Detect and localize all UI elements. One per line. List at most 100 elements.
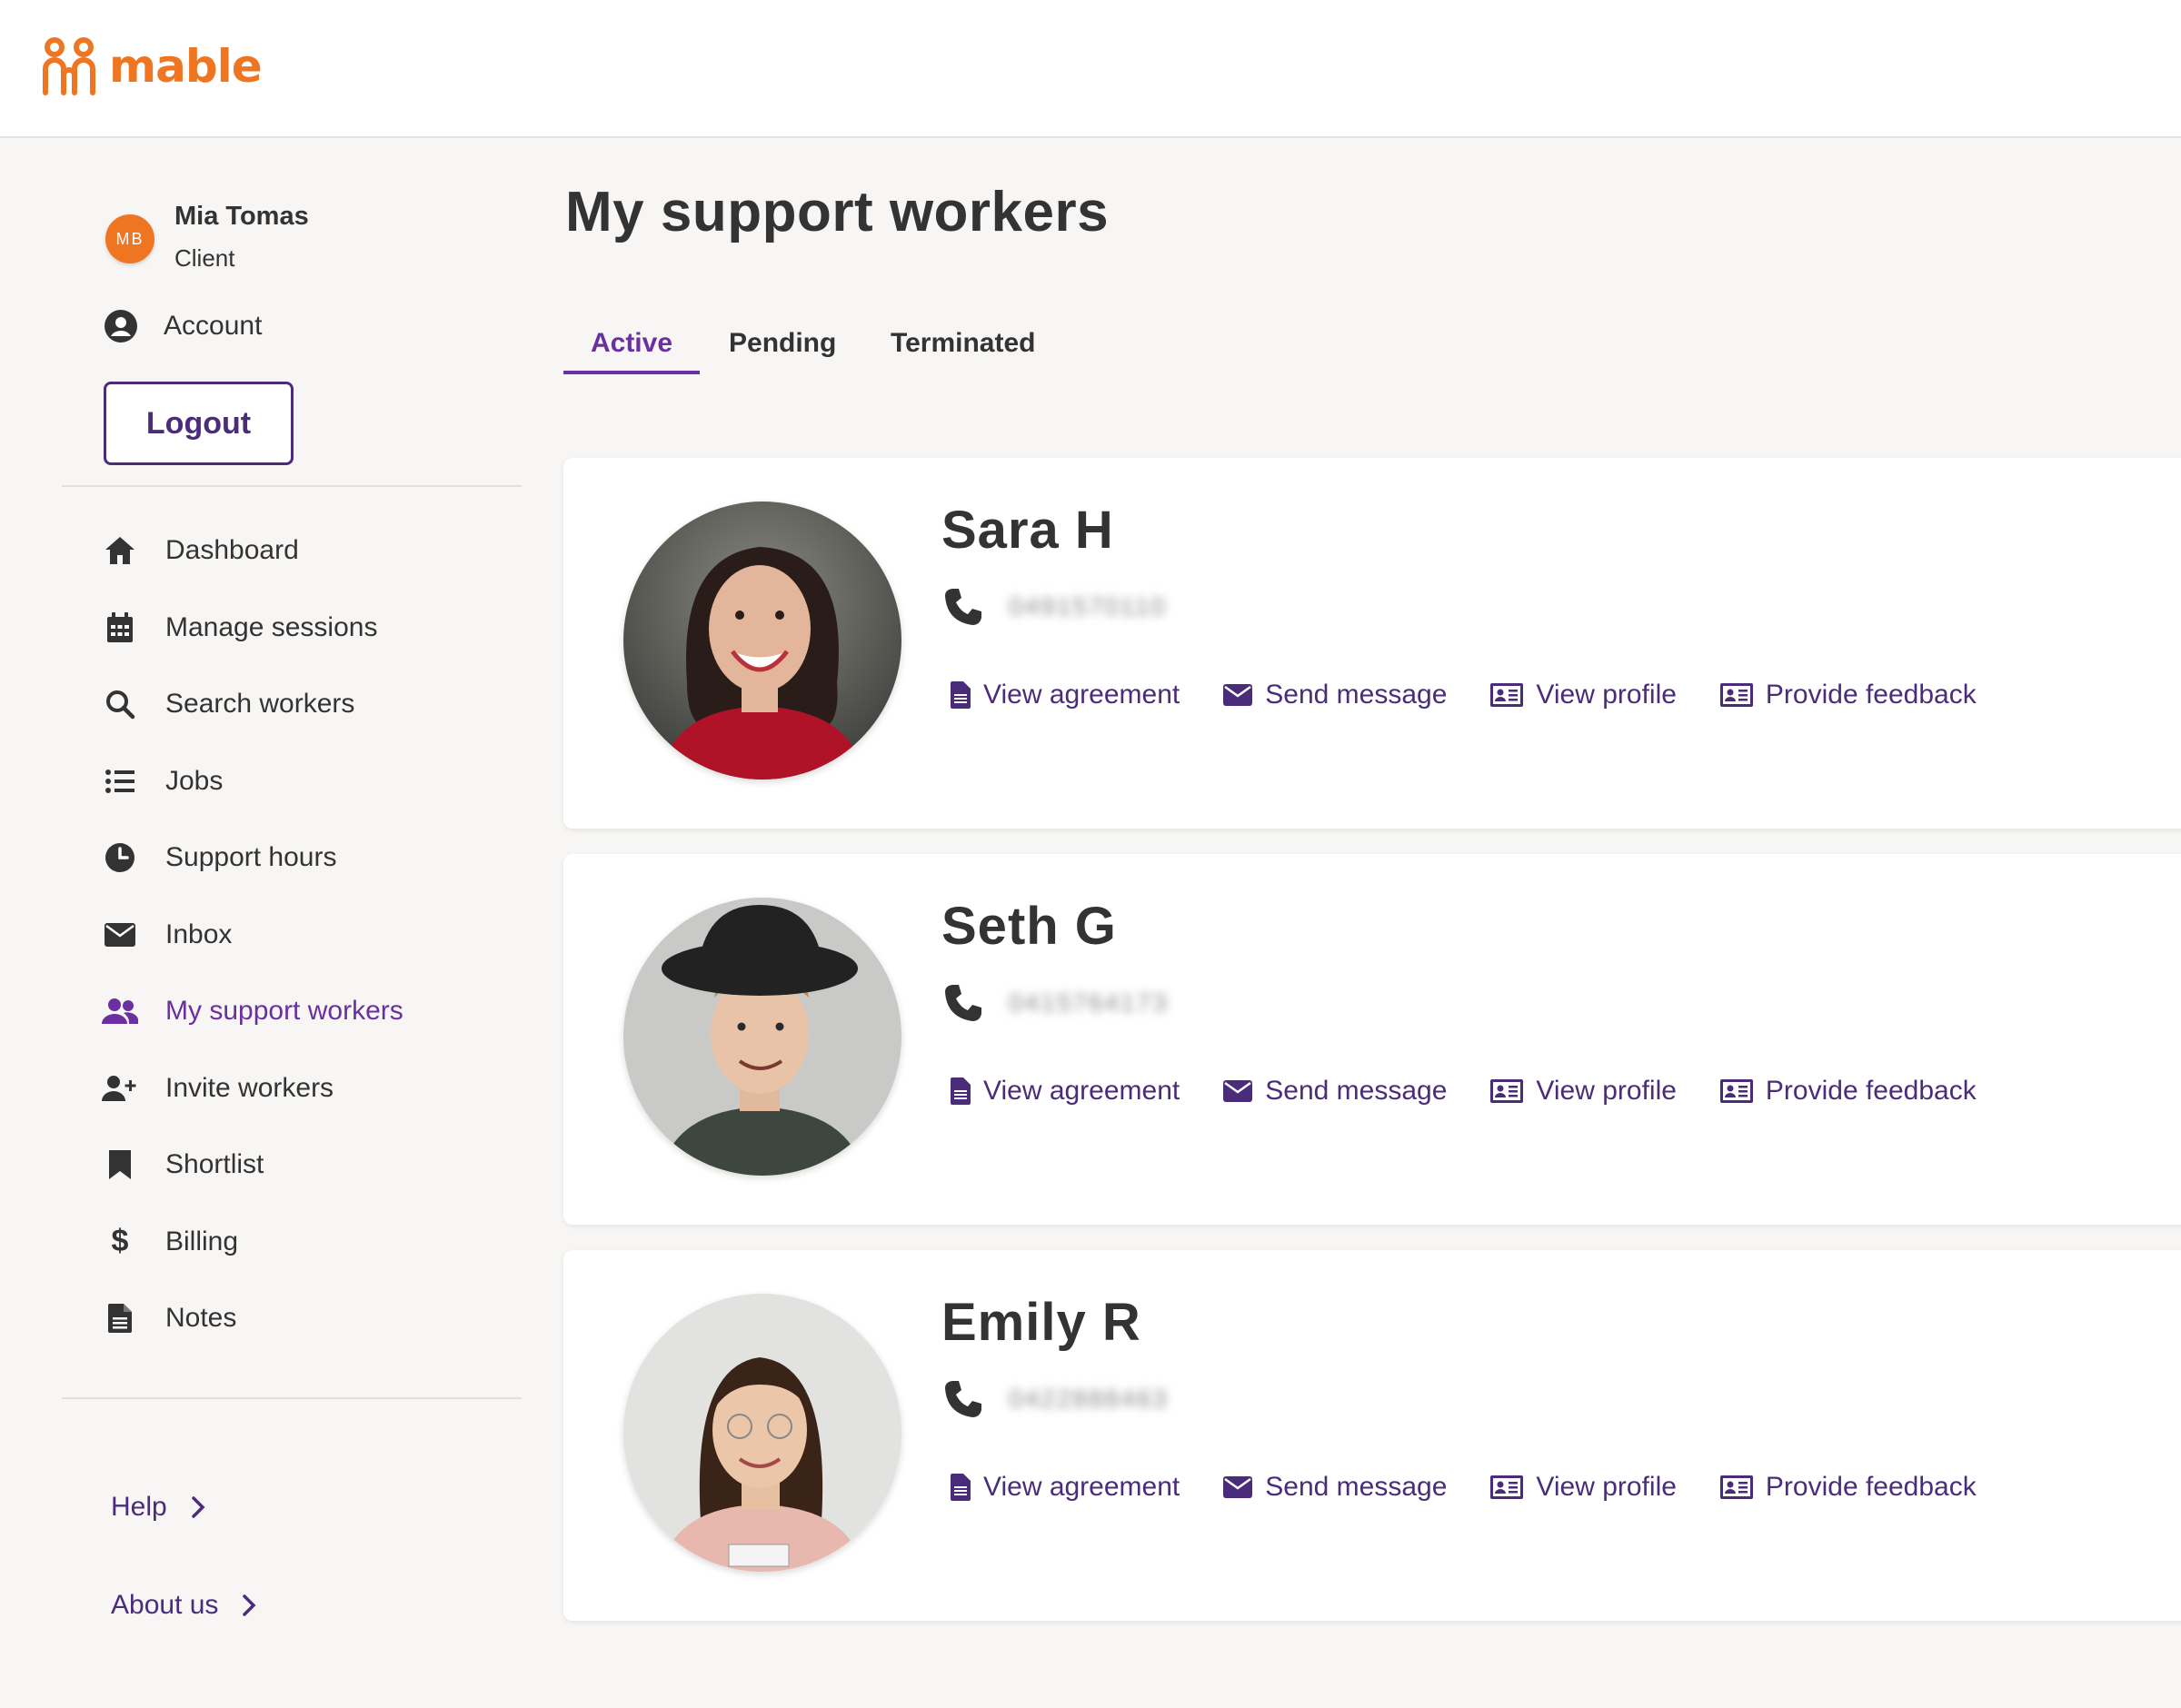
user-circle-icon (105, 310, 137, 343)
provide-feedback-button[interactable]: Provide feedback (1719, 1472, 1977, 1503)
action-label: View agreement (983, 680, 1180, 710)
action-label: Send message (1265, 1472, 1448, 1502)
sidebar-item-notes[interactable]: Notes (102, 1280, 538, 1357)
account-label: Account (164, 311, 263, 341)
top-bar: mable (0, 0, 2181, 138)
phone-icon (945, 1381, 981, 1417)
view-agreement-button[interactable]: View agreement (951, 1076, 1180, 1107)
action-label: View agreement (983, 1076, 1180, 1106)
tab-active[interactable]: Active (563, 323, 700, 374)
calendar-icon (107, 611, 133, 642)
action-label: Send message (1265, 1076, 1448, 1106)
action-label: View profile (1536, 1076, 1677, 1106)
phone-number: 0415764173 (1009, 988, 1169, 1017)
action-label: Send message (1265, 680, 1448, 710)
users-icon (102, 998, 138, 1025)
worker-photo[interactable] (623, 501, 901, 780)
dollar-icon: $ (111, 1224, 129, 1259)
envelope-icon (105, 922, 135, 947)
send-message-button[interactable]: Send message (1223, 1076, 1447, 1107)
logout-button[interactable]: Logout (104, 382, 294, 465)
id-card-icon (1719, 683, 1753, 707)
mable-logo[interactable]: mable (40, 36, 263, 96)
sidebar-item-jobs[interactable]: Jobs (102, 743, 538, 820)
worker-card: Seth G 0415764173 View agreement Send me… (563, 854, 2181, 1225)
phone-row: 0422888463 (943, 1379, 1169, 1419)
sidebar-nav: Dashboard Manage sessions Search workers… (102, 512, 538, 1357)
worker-name: Seth G (941, 897, 1117, 956)
sidebar: MB Mia Tomas Client Account Logout Dashb… (0, 138, 545, 1708)
worker-actions: View agreement Send message View profile… (951, 1472, 2020, 1503)
id-card-icon (1490, 1079, 1524, 1103)
sidebar-item-label: Billing (165, 1226, 239, 1256)
account-link[interactable]: Account (104, 309, 262, 343)
sidebar-divider (62, 1397, 522, 1399)
worker-name: Emily R (941, 1293, 1141, 1352)
about-us-link[interactable]: About us (111, 1590, 256, 1621)
send-message-button[interactable]: Send message (1223, 680, 1447, 710)
provide-feedback-button[interactable]: Provide feedback (1719, 1076, 1977, 1107)
sidebar-item-shortlist[interactable]: Shortlist (102, 1127, 538, 1204)
tab-pending[interactable]: Pending (729, 323, 836, 374)
chevron-right-icon (243, 1594, 256, 1616)
sidebar-item-my-support-workers[interactable]: My support workers (102, 973, 538, 1050)
chevron-right-icon (191, 1496, 205, 1518)
view-profile-button[interactable]: View profile (1490, 680, 1677, 710)
action-label: Provide feedback (1765, 1076, 1977, 1106)
brand-name: mable (109, 40, 263, 93)
file-icon (951, 681, 971, 709)
phone-row: 0415764173 (943, 983, 1169, 1023)
user-role: Client (174, 244, 235, 272)
user-name: Mia Tomas (174, 202, 309, 231)
sidebar-item-label: Manage sessions (165, 611, 378, 642)
avatar: MB (105, 214, 154, 263)
view-profile-button[interactable]: View profile (1490, 1472, 1677, 1503)
sidebar-item-label: Search workers (165, 689, 355, 720)
id-card-icon (1490, 683, 1524, 707)
sidebar-item-search-workers[interactable]: Search workers (102, 666, 538, 743)
action-label: View profile (1536, 1472, 1677, 1502)
envelope-icon (1223, 1476, 1253, 1498)
view-profile-button[interactable]: View profile (1490, 1076, 1677, 1107)
view-agreement-button[interactable]: View agreement (951, 1472, 1180, 1503)
sidebar-item-label: Inbox (165, 919, 233, 949)
sidebar-item-label: Invite workers (165, 1072, 334, 1103)
action-label: View agreement (983, 1472, 1180, 1502)
tab-terminated[interactable]: Terminated (891, 323, 1035, 374)
worker-photo[interactable] (623, 1294, 901, 1572)
phone-number: 0422888463 (1009, 1385, 1169, 1413)
worker-photo[interactable] (623, 898, 901, 1176)
phone-icon (945, 985, 981, 1021)
logo-people-icon (43, 37, 95, 95)
worker-card: Sara H 0491570110 View agreement Send me… (563, 458, 2181, 829)
sidebar-item-label: Shortlist (165, 1149, 264, 1180)
clock-icon (105, 843, 134, 873)
page-title: My support workers (565, 181, 1110, 243)
sidebar-item-invite-workers[interactable]: Invite workers (102, 1050, 538, 1127)
sidebar-item-support-hours[interactable]: Support hours (102, 819, 538, 897)
sidebar-divider (62, 485, 522, 487)
id-card-icon (1719, 1079, 1753, 1103)
user-plus-icon (102, 1075, 136, 1101)
phone-row: 0491570110 (943, 587, 1167, 627)
help-link[interactable]: Help (111, 1492, 205, 1523)
home-icon (105, 537, 134, 565)
sidebar-item-billing[interactable]: $ Billing (102, 1204, 538, 1281)
file-icon (108, 1304, 132, 1334)
bookmark-icon (109, 1150, 131, 1180)
phone-icon (945, 589, 981, 625)
sidebar-item-inbox[interactable]: Inbox (102, 897, 538, 974)
sidebar-item-label: Jobs (165, 765, 224, 796)
worker-actions: View agreement Send message View profile… (951, 680, 2020, 710)
provide-feedback-button[interactable]: Provide feedback (1719, 680, 1977, 710)
sidebar-item-label: My support workers (165, 996, 403, 1027)
sidebar-item-manage-sessions[interactable]: Manage sessions (102, 590, 538, 667)
sidebar-item-dashboard[interactable]: Dashboard (102, 512, 538, 590)
phone-number: 0491570110 (1009, 592, 1167, 621)
user-summary: MB Mia Tomas Client (105, 196, 309, 280)
view-agreement-button[interactable]: View agreement (951, 680, 1180, 710)
worker-card: Emily R 0422888463 View agreement Send m… (563, 1250, 2181, 1621)
sidebar-item-label: Notes (165, 1303, 237, 1334)
worker-name: Sara H (941, 501, 1114, 560)
send-message-button[interactable]: Send message (1223, 1472, 1447, 1503)
